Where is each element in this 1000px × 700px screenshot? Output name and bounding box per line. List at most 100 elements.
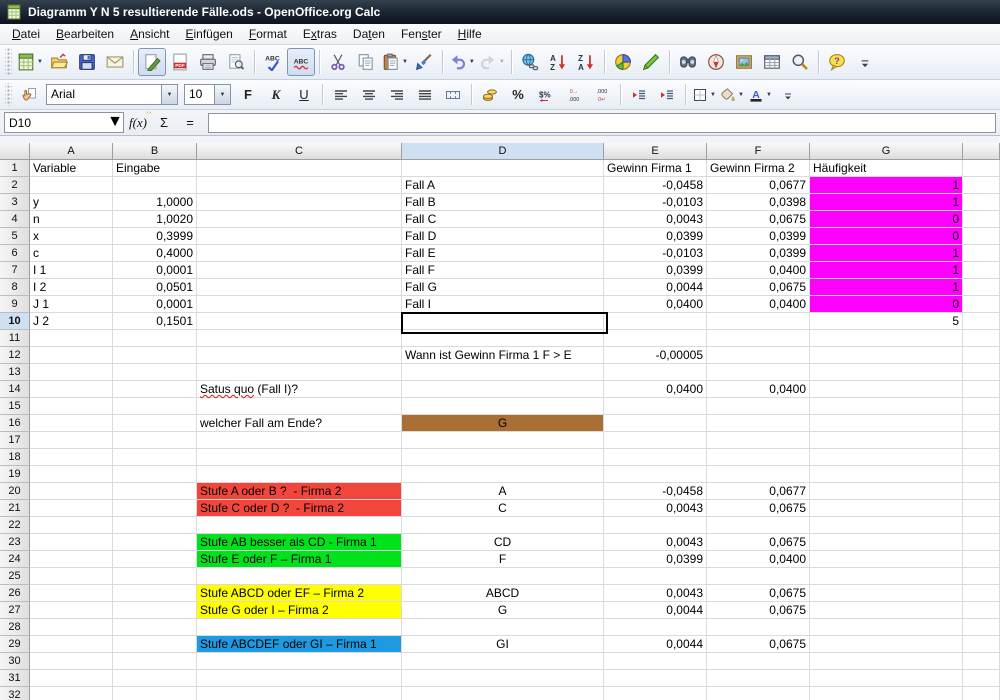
cell-D27[interactable]: G <box>402 602 604 619</box>
spellcheck-button[interactable]: ABC <box>259 48 287 76</box>
row-header-7[interactable]: 7 <box>0 262 30 279</box>
underline-button[interactable]: U <box>290 83 318 107</box>
cell-F27[interactable]: 0,0675 <box>707 602 810 619</box>
cell-D16[interactable]: G <box>402 415 604 432</box>
cell-A10[interactable]: J 2 <box>30 313 113 330</box>
cell-partial[interactable] <box>963 262 1000 279</box>
cell-E24[interactable]: 0,0399 <box>604 551 707 568</box>
cell-D28[interactable] <box>402 619 604 636</box>
cell-B23[interactable] <box>113 534 197 551</box>
cell-A19[interactable] <box>30 466 113 483</box>
cell-E25[interactable] <box>604 568 707 585</box>
cell-F28[interactable] <box>707 619 810 636</box>
cell-C18[interactable] <box>197 449 402 466</box>
print-button[interactable] <box>194 48 222 76</box>
cell-F6[interactable]: 0,0399 <box>707 245 810 262</box>
bold-button[interactable]: F <box>234 83 262 107</box>
row-header-14[interactable]: 14 <box>0 381 30 398</box>
row-header-21[interactable]: 21 <box>0 500 30 517</box>
save-button[interactable] <box>73 48 101 76</box>
cell-F18[interactable] <box>707 449 810 466</box>
row-header-1[interactable]: 1 <box>0 160 30 177</box>
cell-E13[interactable] <box>604 364 707 381</box>
cell-B29[interactable] <box>113 636 197 653</box>
menu-item-einfgen[interactable]: Einfügen <box>177 25 240 43</box>
cell-A14[interactable] <box>30 381 113 398</box>
cell-C17[interactable] <box>197 432 402 449</box>
cell-partial[interactable] <box>963 517 1000 534</box>
cell-C26[interactable]: Stufe ABCD oder EF – Firma 2 <box>197 585 402 602</box>
cell-C5[interactable] <box>197 228 402 245</box>
column-header-A[interactable]: A <box>30 143 113 160</box>
menu-item-ansicht[interactable]: Ansicht <box>122 25 177 43</box>
cell-D13[interactable] <box>402 364 604 381</box>
percent-format-button[interactable]: % <box>504 83 532 107</box>
cell-partial[interactable] <box>963 160 1000 177</box>
row-header-3[interactable]: 3 <box>0 194 30 211</box>
cell-E16[interactable] <box>604 415 707 432</box>
cell-A25[interactable] <box>30 568 113 585</box>
row-header-25[interactable]: 25 <box>0 568 30 585</box>
name-box-dropdown-arrow[interactable]: ▼ <box>107 113 123 132</box>
cell-F15[interactable] <box>707 398 810 415</box>
cell-A12[interactable] <box>30 347 113 364</box>
column-header-D[interactable]: D <box>402 143 604 160</box>
cell-E27[interactable]: 0,0044 <box>604 602 707 619</box>
cell-E6[interactable]: -0,0103 <box>604 245 707 262</box>
cell-A2[interactable] <box>30 177 113 194</box>
cell-partial[interactable] <box>963 211 1000 228</box>
cell-F24[interactable]: 0,0400 <box>707 551 810 568</box>
cell-C7[interactable] <box>197 262 402 279</box>
cell-C11[interactable] <box>197 330 402 347</box>
cell-B25[interactable] <box>113 568 197 585</box>
menu-item-bearbeiten[interactable]: Bearbeiten <box>48 25 122 43</box>
row-header-31[interactable]: 31 <box>0 670 30 687</box>
cell-D30[interactable] <box>402 653 604 670</box>
font-size-select[interactable]: 10▼ <box>184 84 231 105</box>
cell-F4[interactable]: 0,0675 <box>707 211 810 228</box>
cell-D2[interactable]: Fall A <box>402 177 604 194</box>
cell-C13[interactable] <box>197 364 402 381</box>
chart-button[interactable] <box>609 48 637 76</box>
cell-A32[interactable] <box>30 687 113 700</box>
row-header-22[interactable]: 22 <box>0 517 30 534</box>
cell-E32[interactable] <box>604 687 707 700</box>
cell-E10[interactable] <box>604 313 707 330</box>
paste-button[interactable]: ▼ <box>380 48 410 76</box>
format-paintbrush-button[interactable] <box>410 48 438 76</box>
italic-button[interactable]: K <box>262 83 290 107</box>
dropdown-arrow[interactable]: ▼ <box>37 59 43 65</box>
cell-B8[interactable]: 0,0501 <box>113 279 197 296</box>
cell-C1[interactable] <box>197 160 402 177</box>
toolbar-grip[interactable] <box>5 48 12 75</box>
cell-C8[interactable] <box>197 279 402 296</box>
font-name-select[interactable]: Arial▼ <box>46 84 178 105</box>
cell-E22[interactable] <box>604 517 707 534</box>
cell-B17[interactable] <box>113 432 197 449</box>
cell-B26[interactable] <box>113 585 197 602</box>
copy-button[interactable] <box>352 48 380 76</box>
column-header-partial[interactable] <box>963 143 1000 160</box>
cell-partial[interactable] <box>963 636 1000 653</box>
row-header-13[interactable]: 13 <box>0 364 30 381</box>
function-wizard-button[interactable]: f(x) <box>126 112 150 134</box>
row-header-5[interactable]: 5 <box>0 228 30 245</box>
cell-F7[interactable]: 0,0400 <box>707 262 810 279</box>
row-header-27[interactable]: 27 <box>0 602 30 619</box>
cell-C9[interactable] <box>197 296 402 313</box>
menu-item-datei[interactable]: Datei <box>4 25 48 43</box>
cell-D20[interactable]: A <box>402 483 604 500</box>
cell-D29[interactable]: GI <box>402 636 604 653</box>
edit-mode-button[interactable] <box>138 48 166 76</box>
cell-F26[interactable]: 0,0675 <box>707 585 810 602</box>
cell-C19[interactable] <box>197 466 402 483</box>
row-header-29[interactable]: 29 <box>0 636 30 653</box>
row-header-17[interactable]: 17 <box>0 432 30 449</box>
cell-A24[interactable] <box>30 551 113 568</box>
cell-C4[interactable] <box>197 211 402 228</box>
row-header-15[interactable]: 15 <box>0 398 30 415</box>
cell-B13[interactable] <box>113 364 197 381</box>
cell-G5[interactable]: 0 <box>810 228 963 245</box>
navigator-button[interactable] <box>702 48 730 76</box>
cell-D25[interactable] <box>402 568 604 585</box>
